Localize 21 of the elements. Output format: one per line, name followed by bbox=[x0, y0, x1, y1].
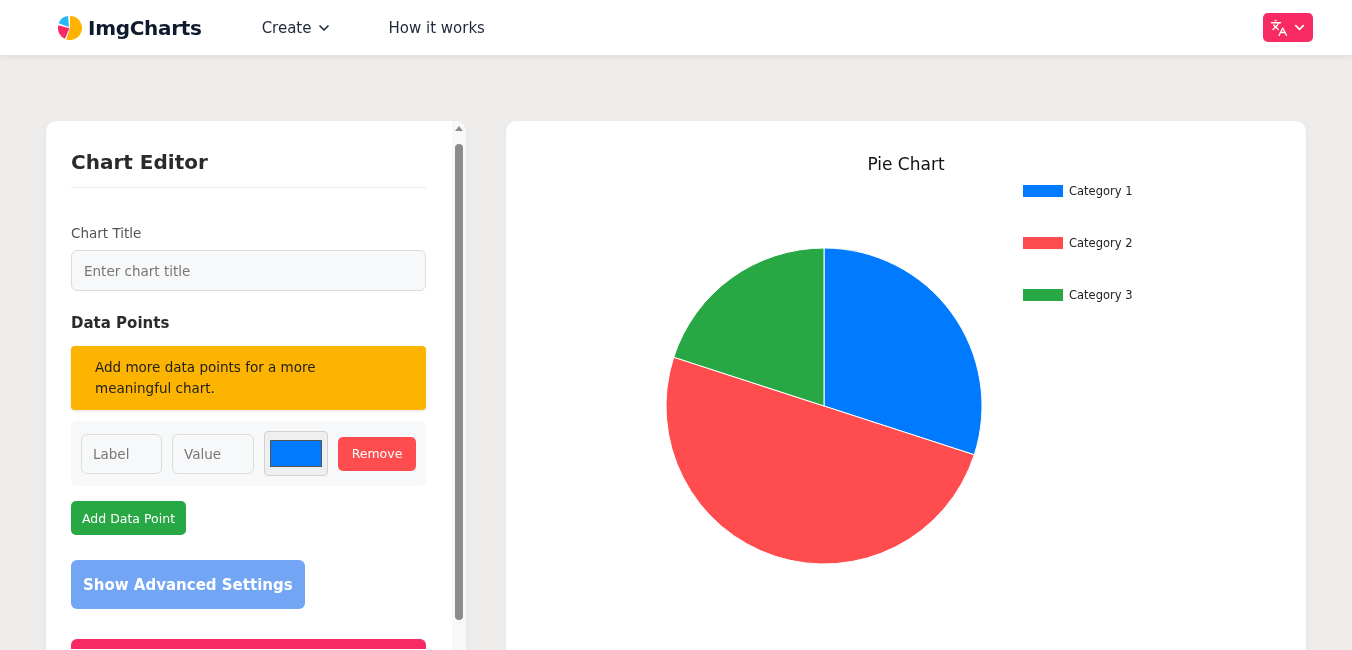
scrollbar-thumb[interactable] bbox=[455, 144, 463, 620]
section-heading: Data Points bbox=[71, 314, 170, 332]
field-label: Chart Title bbox=[71, 225, 142, 241]
value-input[interactable]: Value bbox=[172, 433, 254, 474]
scroll-up-icon[interactable] bbox=[455, 126, 463, 131]
legend-label: Category 2 bbox=[1069, 236, 1133, 250]
legend-label: Category 1 bbox=[1069, 184, 1133, 198]
scrollbar[interactable] bbox=[452, 121, 466, 650]
label-input[interactable]: Label bbox=[81, 433, 162, 474]
logo-icon bbox=[58, 15, 82, 40]
nav-dropdown[interactable]: Create bbox=[261, 18, 333, 37]
legend-label: Category 3 bbox=[1069, 288, 1133, 302]
nav-link[interactable]: How it works bbox=[388, 18, 485, 37]
language-button[interactable] bbox=[1263, 13, 1313, 42]
color-picker[interactable] bbox=[264, 431, 328, 476]
translate-icon bbox=[1269, 18, 1288, 37]
warning-banner: Add more data points for a more meaningful chart. bbox=[71, 346, 426, 410]
logo-text[interactable]: ImgCharts bbox=[88, 15, 202, 40]
chart-title-input[interactable]: Enter chart title bbox=[71, 250, 426, 291]
panel-heading: Chart Editor bbox=[71, 149, 426, 188]
chart-title: Pie Chart bbox=[867, 154, 945, 174]
